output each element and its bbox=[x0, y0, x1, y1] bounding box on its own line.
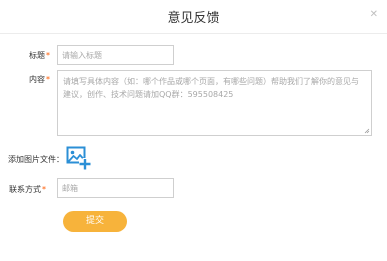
add-image-button[interactable] bbox=[66, 146, 91, 171]
title-input[interactable] bbox=[57, 45, 174, 65]
title-label-text: 标题 bbox=[29, 51, 45, 60]
contact-label-text: 联系方式 bbox=[9, 185, 41, 194]
submit-button[interactable]: 提交 bbox=[63, 211, 127, 232]
image-upload-label: 添加图片文件： bbox=[8, 155, 64, 164]
resize-grip-icon[interactable] bbox=[364, 128, 370, 134]
content-field-label: 内容* bbox=[29, 74, 50, 85]
required-mark: * bbox=[46, 51, 50, 60]
contact-field-label: 联系方式* bbox=[9, 184, 46, 195]
dialog-title: 意见反馈 bbox=[167, 11, 220, 26]
add-image-icon bbox=[66, 146, 91, 170]
dialog-header: 意见反馈 ✕ bbox=[0, 0, 387, 34]
contact-input[interactable] bbox=[57, 178, 174, 198]
content-label-text: 内容 bbox=[29, 75, 45, 84]
header-divider bbox=[0, 33, 387, 34]
close-icon[interactable]: ✕ bbox=[370, 10, 378, 20]
content-textarea[interactable] bbox=[57, 70, 372, 136]
required-mark: * bbox=[42, 185, 46, 194]
title-field-label: 标题* bbox=[29, 50, 50, 61]
required-mark: * bbox=[46, 75, 50, 84]
